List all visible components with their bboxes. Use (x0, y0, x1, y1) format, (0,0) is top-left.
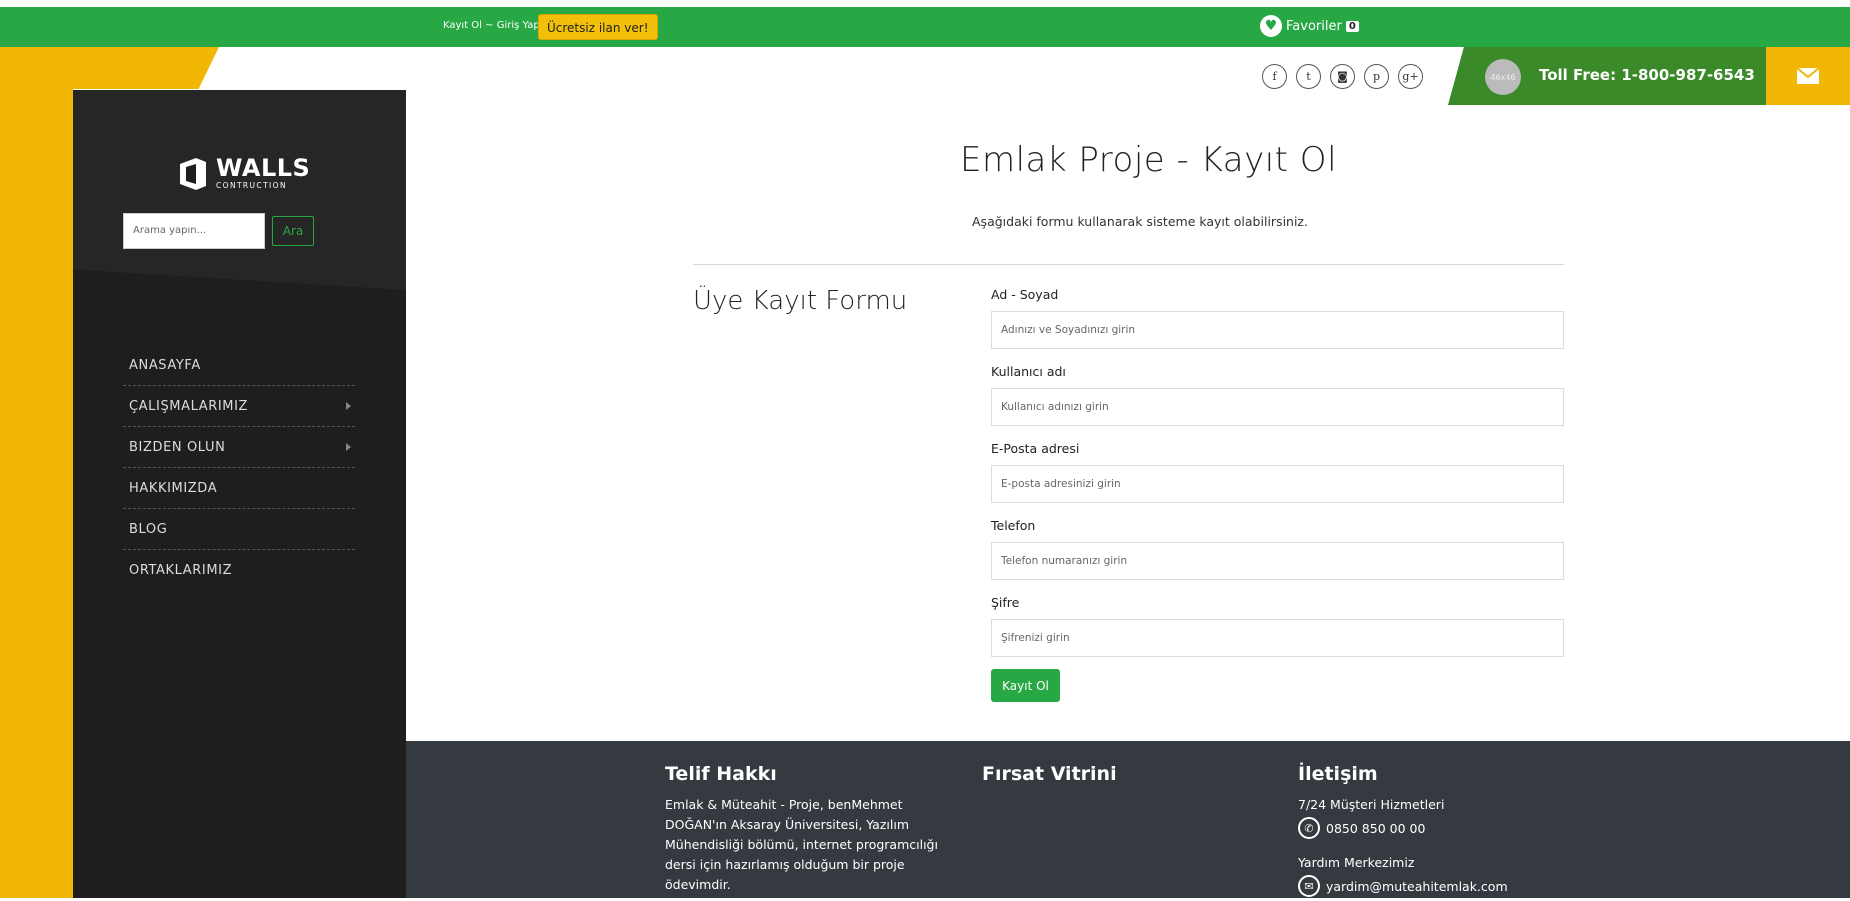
nav-item-ortaklarimiz[interactable]: ORTAKLARIMIZ (123, 550, 355, 591)
footer-copyright-title: Telif Hakkı (665, 763, 777, 785)
footer-email: yardim@muteahitemlak.com (1326, 878, 1508, 894)
nav-label: ÇALIŞMALARIMIZ (129, 398, 249, 414)
password-input[interactable]: Şifrenizi girin (991, 619, 1564, 657)
logo-mark-icon (180, 158, 206, 190)
caret-right-icon (346, 443, 351, 451)
divider (693, 264, 1564, 265)
nav-label: BLOG (129, 521, 168, 537)
nav-label: BIZDEN OLUN (129, 439, 226, 455)
field-email: E-Posta adresi E-posta adresinizi girin (991, 441, 1564, 503)
footer-showcase-title: Fırsat Vitrini (982, 763, 1117, 785)
page: Kayıt Ol ~ Giriş Yap Ücretsiz ilan ver! … (0, 0, 1850, 901)
favorites-count-badge: 0 (1345, 20, 1359, 32)
register-submit-button[interactable]: Kayıt Ol (991, 669, 1060, 702)
logo-title: WALLS (216, 154, 311, 183)
sidebar: WALLS CONTRUCTION Arama yapın... Ara ANA… (73, 90, 406, 901)
separator: ~ (485, 20, 494, 31)
toll-free-bar: 46x46 Toll Free: 1-800-987-6543 (1448, 47, 1766, 105)
field-label: E-Posta adresi (991, 441, 1080, 456)
caret-right-icon (346, 402, 351, 410)
footer: Telif Hakkı Emlak & Müteahit - Proje, be… (406, 741, 1850, 901)
pinterest-icon[interactable]: p (1364, 64, 1389, 89)
nav-item-blog[interactable]: BLOG (123, 509, 355, 550)
field-label: Şifre (991, 595, 1020, 610)
search-input[interactable]: Arama yapın... (123, 213, 265, 249)
envelope-icon: ✉ (1298, 875, 1320, 897)
logo-subtitle: CONTRUCTION (216, 181, 287, 191)
footer-copyright-text: Emlak & Müteahit - Proje, benMehmet DOĞA… (665, 797, 938, 892)
field-label: Ad - Soyad (991, 287, 1059, 302)
yellow-background (0, 47, 73, 901)
register-link[interactable]: Kayıt Ol (443, 20, 482, 31)
nav-item-anasayfa[interactable]: ANASAYFA (123, 345, 355, 386)
free-ad-button[interactable]: Ücretsiz ilan ver! (538, 14, 658, 40)
nav-label: HAKKIMIZDA (129, 480, 218, 496)
page-subtitle: Aşağıdaki formu kullanarak sisteme kayıt… (972, 214, 1308, 229)
sidebar-nav: ANASAYFA ÇALIŞMALARIMIZ BIZDEN OLUN HAKK… (123, 345, 355, 591)
nav-item-bizden-olun[interactable]: BIZDEN OLUN (123, 427, 355, 468)
username-input[interactable]: Kullanıcı adınızı girin (991, 388, 1564, 426)
footer-contact: İletişim 7/24 Müşteri Hizmetleri ✆ 0850 … (1298, 763, 1598, 897)
social-links: f t ◙ p g+ (1262, 64, 1423, 89)
footer-email-row[interactable]: ✉ yardim@muteahitemlak.com (1298, 875, 1598, 897)
email-input[interactable]: E-posta adresinizi girin (991, 465, 1564, 503)
page-title: Emlak Proje - Kayıt Ol (960, 140, 1338, 180)
footer-contact-title: İletişim (1298, 763, 1378, 785)
nav-label: ANASAYFA (129, 357, 201, 373)
favorites-link[interactable]: ♥ Favoriler 0 (1260, 15, 1359, 37)
nav-item-hakkimizda[interactable]: HAKKIMIZDA (123, 468, 355, 509)
top-bar: Kayıt Ol ~ Giriş Yap Ücretsiz ilan ver! … (0, 7, 1850, 47)
footer-phone-row[interactable]: ✆ 0850 850 00 00 (1298, 817, 1598, 839)
toll-free-number: Toll Free: 1-800-987-6543 (1539, 66, 1755, 84)
envelope-icon (1796, 67, 1820, 84)
field-label: Telefon (991, 518, 1036, 533)
logo[interactable]: WALLS CONTRUCTION (176, 156, 310, 190)
field-password: Şifre Şifrenizi girin (991, 595, 1564, 657)
footer-copyright: Telif Hakkı Emlak & Müteahit - Proje, be… (665, 763, 965, 895)
field-label: Kullanıcı adı (991, 364, 1066, 379)
twitter-icon[interactable]: t (1296, 64, 1321, 89)
yellow-wedge (73, 47, 219, 89)
favorites-label: Favoriler (1286, 18, 1342, 34)
field-phone: Telefon Telefon numaranızı girin (991, 518, 1564, 580)
phone-input[interactable]: Telefon numaranızı girin (991, 542, 1564, 580)
full-name-input[interactable]: Adınızı ve Soyadınızı girin (991, 311, 1564, 349)
field-username: Kullanıcı adı Kullanıcı adınızı girin (991, 364, 1564, 426)
nav-item-calismalarimiz[interactable]: ÇALIŞMALARIMIZ (123, 386, 355, 427)
sidebar-header-area (73, 90, 406, 291)
login-link[interactable]: Giriş Yap (497, 20, 540, 31)
footer-phone: 0850 850 00 00 (1326, 820, 1426, 836)
facebook-icon[interactable]: f (1262, 64, 1287, 89)
heart-icon: ♥ (1260, 15, 1282, 37)
form-heading: Üye Kayıt Formu (693, 286, 908, 316)
search-button[interactable]: Ara (272, 216, 314, 246)
footer-help-label: Yardım Merkezimiz (1298, 855, 1415, 870)
field-full-name: Ad - Soyad Adınızı ve Soyadınızı girin (991, 287, 1564, 349)
avatar: 46x46 (1485, 59, 1521, 95)
mail-button[interactable] (1766, 47, 1850, 105)
nav-label: ORTAKLARIMIZ (129, 563, 233, 578)
phone-icon: ✆ (1298, 817, 1320, 839)
footer-showcase: Fırsat Vitrini (982, 763, 1117, 795)
footer-support-label: 7/24 Müşteri Hizmetleri (1298, 797, 1445, 812)
auth-links: Kayıt Ol ~ Giriş Yap (443, 20, 540, 31)
google-plus-icon[interactable]: g+ (1398, 64, 1423, 89)
instagram-icon[interactable]: ◙ (1330, 64, 1355, 89)
